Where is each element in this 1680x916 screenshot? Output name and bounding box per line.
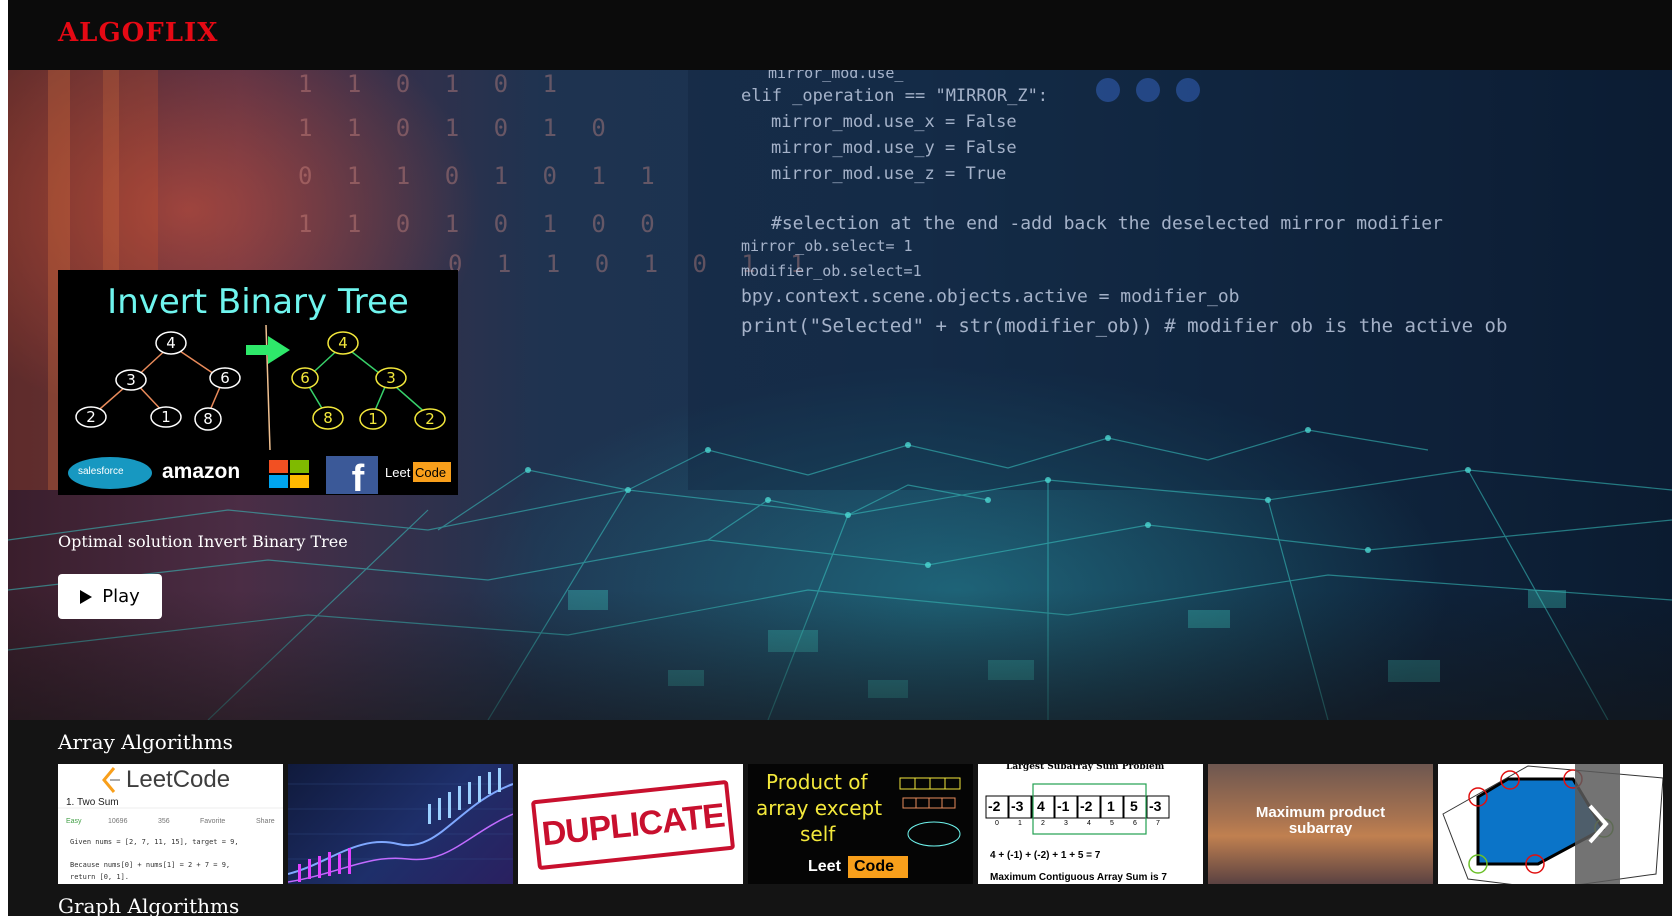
tile-stock-chart[interactable]	[288, 764, 513, 884]
app-logo[interactable]: ALGOFLIX	[58, 18, 218, 48]
subarray-index: 3	[1064, 820, 1068, 827]
subarray-index: 6	[1133, 820, 1137, 827]
hero-code-line: mirror_mod.use_x = False	[771, 112, 1017, 132]
hero-binary-3: 0 1 1 0 1 0 1 1	[298, 162, 665, 190]
tile-product-except-self[interactable]: Product of array except self Leet Code	[748, 764, 973, 884]
difficulty-badge: Easy	[66, 818, 82, 825]
problem-line-1: Given nums = [2, 7, 11, 15], target = 9,	[70, 838, 239, 846]
amazon-label: amazon	[162, 460, 241, 483]
subarray-index: 1	[1018, 820, 1022, 827]
leet-label: Leet	[385, 465, 411, 480]
subarray-index: 4	[1087, 820, 1091, 827]
salesforce-label: salesforce	[78, 466, 124, 477]
duplicate-stamp-text: DUPLICATE	[539, 796, 726, 853]
hero-code-line: mirror_ob.select= 1	[741, 237, 913, 255]
product-leet-label: Leet	[808, 858, 841, 875]
max-product-line-1: Maximum product	[1255, 804, 1386, 821]
hero-code-line: mirror_mod.use_	[768, 70, 904, 82]
svg-text:f: f	[352, 458, 365, 495]
row-title-graph-algorithms: Graph Algorithms	[58, 894, 240, 916]
tree-node-right-3: 8	[323, 409, 333, 427]
microsoft-logo	[269, 460, 309, 488]
array-algorithms-row: LeetCode 1. Two Sum Easy 10696 356 Favor…	[58, 764, 1672, 884]
problem-line-3: return [0, 1].	[70, 873, 130, 881]
subarray-value: -2	[1080, 798, 1093, 814]
play-button[interactable]: Play	[58, 574, 162, 619]
hero-code-line: #selection at the end -add back the dese…	[771, 213, 1443, 234]
subarray-value: 4	[1037, 798, 1045, 814]
hero-code-line: bpy.context.scene.objects.active = modif…	[741, 286, 1240, 307]
subarray-value: -3	[1149, 798, 1162, 814]
subarray-value: 1	[1107, 798, 1115, 814]
code-label: Code	[415, 465, 447, 480]
tree-node-right-1: 6	[300, 369, 310, 387]
max-product-line-2: subarray	[1288, 820, 1353, 837]
subarray-value: -1	[1057, 798, 1070, 814]
subarray-value: -3	[1011, 798, 1024, 814]
subarray-index: 0	[995, 820, 999, 827]
hero-code-line: modifier_ob.select=1	[741, 262, 922, 280]
tree-node-right-2: 3	[386, 369, 396, 387]
tree-node-left-5: 8	[203, 410, 213, 428]
hero-code-line: elif _operation == "MIRROR_Z":	[741, 86, 1049, 106]
dislike-count: 356	[158, 818, 170, 825]
tree-node-right-4: 1	[368, 410, 378, 428]
product-code-label: Code	[854, 858, 894, 875]
subarray-result: Maximum Contiguous Array Sum is 7	[990, 872, 1167, 883]
hero-fade	[8, 590, 1672, 720]
hero-code-line: mirror_mod.use_y = False	[771, 138, 1017, 158]
hero-description: Optimal solution Invert Binary Tree	[58, 532, 348, 551]
tree-node-left-4: 1	[161, 408, 171, 426]
tree-diagram: 4 3 6 2 1 8 4 6 3 8 1 2 f	[68, 324, 451, 495]
tree-node-right-0: 4	[338, 334, 348, 352]
leetcode-wordmark: LeetCode	[126, 766, 231, 793]
hero-code-line: print("Selected" + str(modifier_ob)) # m…	[741, 315, 1508, 337]
max-product-title: Maximum product subarray	[1208, 805, 1433, 837]
navbar: ALGOFLIX	[8, 0, 1672, 70]
tree-node-left-2: 6	[220, 369, 230, 387]
chevron-right-icon	[1588, 804, 1609, 844]
tile-duplicate[interactable]: DUPLICATE	[518, 764, 743, 884]
like-count: 10696	[108, 818, 128, 825]
subarray-index: 5	[1110, 820, 1114, 827]
subarray-index: 2	[1041, 820, 1045, 827]
subarray-index: 7	[1156, 820, 1160, 827]
subarray-value: 5	[1130, 798, 1138, 814]
hero-banner: 1 1 0 1 0 1 1 1 0 1 0 1 0 0 1 1 0 1 0 1 …	[8, 70, 1672, 720]
hero-binary-1: 1 1 0 1 0 1	[298, 70, 567, 98]
subarray-equation: 4 + (-1) + (-2) + 1 + 5 = 7	[990, 850, 1101, 861]
share-label: Share	[256, 818, 275, 825]
duplicate-stamp: DUPLICATE	[530, 779, 736, 871]
tile-two-sum[interactable]: LeetCode 1. Two Sum Easy 10696 356 Favor…	[58, 764, 283, 884]
favorite-label: Favorite	[200, 818, 226, 825]
tree-node-left-1: 3	[126, 371, 136, 389]
hero-binary-4: 1 1 0 1 0 1 0 0	[298, 210, 665, 238]
subarray-value: -2	[988, 798, 1001, 814]
problem-line-2: Because nums[0] + nums[1] = 2 + 7 = 9,	[70, 861, 231, 869]
tile-max-product-subarray[interactable]: Maximum product subarray	[1208, 764, 1433, 884]
app: ALGOFLIX 1 1 0 1 0 1 1 1 0 1 0 1 0 0 1 1…	[8, 0, 1672, 916]
row-next-button[interactable]	[1575, 764, 1620, 884]
tile-largest-subarray[interactable]: Largest Subarray Sum Problem -2 -3 4 -1 …	[978, 764, 1203, 884]
tile-convex-hull[interactable]	[1438, 764, 1663, 884]
play-button-label: Play	[102, 586, 140, 607]
play-icon	[80, 589, 93, 604]
hero-binary-2: 1 1 0 1 0 1 0	[298, 114, 616, 142]
problem-title: 1. Two Sum	[66, 797, 119, 808]
featured-thumbnail[interactable]: Invert Binary Tree 4 3 6 2 1 8 4 6 3 8 1…	[58, 270, 458, 495]
tree-node-left-0: 4	[166, 334, 176, 352]
row-title-array-algorithms: Array Algorithms	[58, 730, 233, 754]
tree-node-left-3: 2	[86, 408, 96, 426]
invert-arrow-icon	[246, 336, 290, 364]
tree-node-right-5: 2	[425, 410, 435, 428]
hero-code-line: mirror_mod.use_z = True	[771, 164, 1007, 184]
